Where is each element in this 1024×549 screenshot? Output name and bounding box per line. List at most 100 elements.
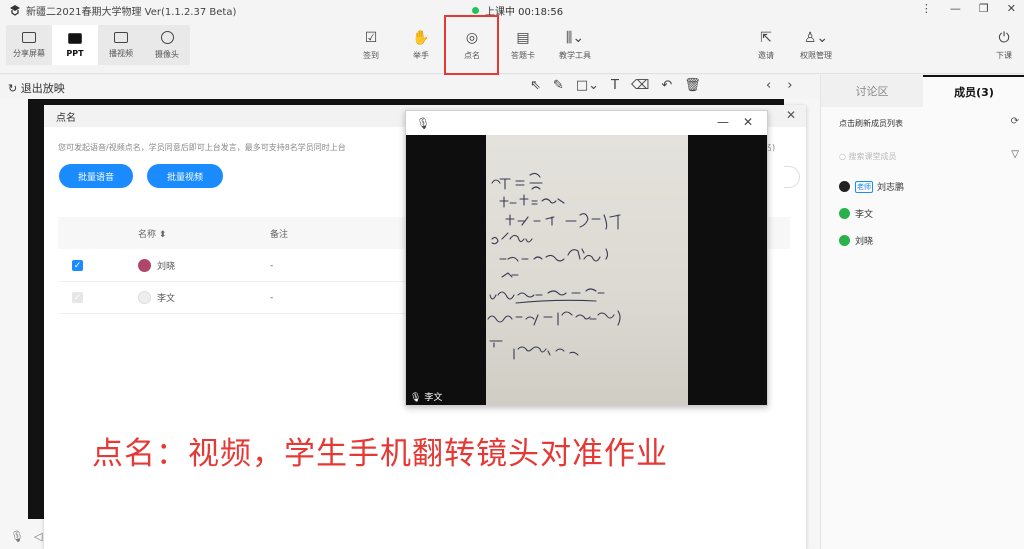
rollcall-close-icon[interactable]: ✕ xyxy=(786,108,796,122)
ppt-button[interactable]: PPT xyxy=(52,25,98,65)
ppt-icon xyxy=(68,32,82,44)
title-bar: 新疆二2021春期大学物理 Ver(1.1.2.37 Beta) 上课中 00:… xyxy=(0,0,1024,20)
close-icon[interactable]: ✕ xyxy=(1007,2,1016,15)
refresh-members-row[interactable]: 点击刷新成员列表 ⟳ xyxy=(839,116,1019,129)
window-controls: ⋮ — ❐ ✕ xyxy=(921,2,1016,15)
table-row[interactable]: ✓ 刘晓 - xyxy=(58,250,418,282)
invite-button[interactable]: ⇱ 邀请 xyxy=(746,25,786,65)
wechat-icon xyxy=(839,208,850,219)
permission-icon: ♙⌄ xyxy=(803,29,829,46)
tab-discussion[interactable]: 讨论区 xyxy=(821,75,923,107)
ppt-label: PPT xyxy=(66,48,84,58)
camera-button[interactable]: 摄像头 xyxy=(144,25,190,65)
video-student-name: 🎙 李文 xyxy=(410,390,442,403)
col-note-header: 备注 xyxy=(270,229,289,240)
text-icon[interactable]: T xyxy=(611,78,619,93)
student-video-window[interactable]: 🎙 — ✕ 🎙 李文 xyxy=(405,110,768,406)
minimize-icon[interactable]: — xyxy=(717,115,729,129)
undo-icon[interactable]: ↶ xyxy=(661,78,672,93)
answer-card-button[interactable]: ▤ 答题卡 xyxy=(503,25,543,65)
trash-icon[interactable]: 🗑 xyxy=(684,78,701,93)
mic-off-icon: 🎙 xyxy=(410,393,422,403)
row-name: 刘晓 xyxy=(157,262,176,272)
permission-label: 权限管理 xyxy=(800,50,832,60)
avatar xyxy=(138,259,151,272)
mic-off-icon[interactable]: 🎙 xyxy=(416,117,430,130)
video-student-label: 李文 xyxy=(424,393,443,403)
app-logo-icon xyxy=(10,5,20,16)
rollcall-search-edge[interactable] xyxy=(784,166,800,188)
next-slide-icon[interactable]: › xyxy=(787,78,792,93)
caption-annotation: 点名：视频，学生手机翻转镜头对准作业 xyxy=(92,436,668,472)
video-window-bar: 🎙 — ✕ xyxy=(406,111,767,135)
filter-icon[interactable]: ▽ xyxy=(1011,149,1019,160)
pen-icon[interactable]: ✎ xyxy=(553,78,564,93)
invite-icon: ⇱ xyxy=(760,29,772,46)
row-name-cell: 刘晓 xyxy=(138,259,270,272)
live-dot xyxy=(472,7,479,14)
drawing-tools: ⇖ ✎ □⌄ T ⌫ ↶ 🗑 xyxy=(530,78,701,93)
search-icon: ○ xyxy=(839,152,846,161)
member-search[interactable]: ○ 搜索课堂成员 ▽ xyxy=(839,149,1019,162)
member-search-input[interactable]: 搜索课堂成员 xyxy=(849,152,897,161)
member-item[interactable]: 老师 刘志鹏 xyxy=(839,180,904,193)
batch-video-button[interactable]: 批量视频 xyxy=(147,164,223,188)
teaching-tools-button[interactable]: ⫼⌄ 教学工具 xyxy=(554,25,596,65)
teacher-badge: 老师 xyxy=(855,180,873,193)
exit-slideshow-button[interactable]: ↻ 退出放映 xyxy=(8,80,65,96)
refresh-members-label: 点击刷新成员列表 xyxy=(839,119,903,128)
raise-hand-label: 举手 xyxy=(413,50,429,60)
row-checkbox: ✓ xyxy=(72,292,83,303)
homework-paper-image xyxy=(486,135,688,405)
speaker-icon[interactable]: ◁ xyxy=(34,530,42,543)
screen-share-icon xyxy=(22,31,36,43)
refresh-icon[interactable]: ⟳ xyxy=(1011,116,1019,127)
tab-members[interactable]: 成员(3) xyxy=(923,75,1024,107)
mode-switcher: 分享屏幕 PPT 播视频 摄像头 xyxy=(6,25,190,65)
checkin-label: 签到 xyxy=(363,50,379,60)
row-note: - xyxy=(270,260,274,271)
restore-icon[interactable]: ❐ xyxy=(979,2,989,15)
more-menu-icon[interactable]: ⋮ xyxy=(921,2,932,15)
col-name-header[interactable]: 名称 ⬍ xyxy=(138,227,270,240)
end-class-icon: ⏻ xyxy=(998,29,1010,46)
answer-card-icon: ▤ xyxy=(516,29,530,46)
shape-icon[interactable]: □⌄ xyxy=(576,78,599,93)
qq-icon xyxy=(839,181,850,192)
teaching-tools-label: 教学工具 xyxy=(559,50,591,60)
handwriting-strokes xyxy=(487,172,621,360)
row-note: - xyxy=(270,292,274,303)
wechat-icon xyxy=(839,235,850,246)
row-checkbox[interactable]: ✓ xyxy=(72,260,83,271)
invite-label: 邀请 xyxy=(758,50,774,60)
hand-icon: ✋ xyxy=(412,29,430,46)
mic-off-icon[interactable]: 🎙 xyxy=(10,530,24,543)
screen-share-button[interactable]: 分享屏幕 xyxy=(6,25,52,65)
batch-voice-button[interactable]: 批量语音 xyxy=(59,164,133,188)
exit-label: 退出放映 xyxy=(20,82,65,95)
window-title: 新疆二2021春期大学物理 Ver(1.1.2.37 Beta) xyxy=(26,6,237,18)
checkin-button[interactable]: ☑ 签到 xyxy=(351,25,391,65)
eraser-icon[interactable]: ⌫ xyxy=(631,78,649,93)
permission-button[interactable]: ♙⌄ 权限管理 xyxy=(796,25,836,65)
minimize-icon[interactable]: — xyxy=(950,2,961,15)
rollcall-description: 您可发起语音/视频点名，学员同意后即可上台发言，最多可支持8名学员同时上台 xyxy=(58,143,346,152)
close-icon[interactable]: ✕ xyxy=(743,115,753,129)
end-class-button[interactable]: ⏻ 下课 xyxy=(984,25,1024,65)
member-item[interactable]: 李文 xyxy=(839,207,873,220)
checkin-icon: ☑ xyxy=(364,29,378,46)
video-play-button[interactable]: 播视频 xyxy=(98,25,144,65)
pointer-icon[interactable]: ⇖ xyxy=(530,78,541,93)
prev-slide-icon[interactable]: ‹ xyxy=(766,78,771,93)
row-name: 李文 xyxy=(157,294,176,304)
table-row[interactable]: ✓ 李文 - xyxy=(58,282,418,314)
member-item[interactable]: 刘晓 xyxy=(839,234,873,247)
video-feed: 🎙 李文 xyxy=(406,135,767,405)
rollcall-highlight-box xyxy=(444,15,499,75)
member-name: 李文 xyxy=(855,210,874,220)
row-name-cell: 李文 xyxy=(138,291,270,304)
sidebar-tabs: 讨论区 成员(3) xyxy=(821,75,1024,107)
main-toolbar: 分享屏幕 PPT 播视频 摄像头 ☑ 签到 ✋ 举手 ◎ 点名 ▤ 答题卡 ⫼⌄… xyxy=(0,20,1024,74)
raise-hand-button[interactable]: ✋ 举手 xyxy=(401,25,441,65)
video-play-icon xyxy=(114,31,128,43)
